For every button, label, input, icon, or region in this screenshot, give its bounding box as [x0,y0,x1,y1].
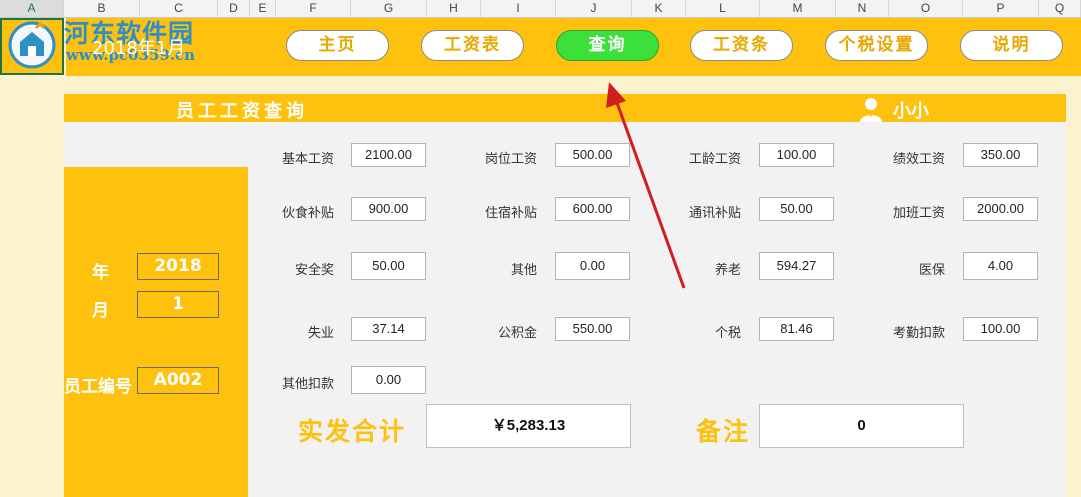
field-label-base-salary: 基本工资 [281,152,334,167]
month-label: 月 [92,301,109,321]
column-header-o[interactable]: O [889,0,963,17]
field-label-overtime-pay: 加班工资 [892,206,945,221]
year-input[interactable]: 2018 [137,253,219,280]
column-header-f[interactable]: F [276,0,351,17]
employee-id-input[interactable]: A002 [137,367,219,394]
field-value-seniority-salary[interactable]: 100.00 [759,143,834,167]
nav-salary-table-button[interactable]: 工资表 [421,30,524,61]
field-label-performance-salary: 绩效工资 [892,152,945,167]
month-input[interactable]: 1 [137,291,219,318]
column-header-p[interactable]: P [963,0,1039,17]
brand-logo-icon [8,21,56,69]
field-value-medical-insurance[interactable]: 4.00 [963,252,1038,280]
field-label-medical-insurance: 医保 [918,263,945,278]
column-header-e[interactable]: E [250,0,276,17]
year-label: 年 [92,263,109,283]
field-value-performance-salary[interactable]: 350.00 [963,143,1038,167]
nav-home-button[interactable]: 主页 [286,30,389,61]
field-value-other[interactable]: 0.00 [555,252,630,280]
field-label-unemployment: 失业 [307,326,334,341]
field-label-post-salary: 岗位工资 [484,152,537,167]
field-label-meal-allowance: 伙食补贴 [281,206,334,221]
field-value-phone-allowance[interactable]: 50.00 [759,197,834,221]
field-value-meal-allowance[interactable]: 900.00 [351,197,426,221]
field-label-other-deduction: 其他扣款 [281,377,334,392]
column-header-a[interactable]: A [0,0,64,17]
field-value-pension[interactable]: 594.27 [759,252,834,280]
panel-title: 员工工资查询 [176,101,308,122]
column-header-h[interactable]: H [427,0,481,17]
net-pay-label: 实发合计 [298,417,407,446]
field-value-overtime-pay[interactable]: 2000.00 [963,197,1038,221]
field-label-housing-fund: 公积金 [497,326,537,341]
employee-id-label: 员工编号 [64,377,132,397]
nav-query-button[interactable]: 查询 [556,30,659,61]
nav-help-button[interactable]: 说明 [960,30,1063,61]
column-header-j[interactable]: J [556,0,632,17]
user-name: 小小 [893,101,929,122]
field-value-other-deduction[interactable]: 0.00 [351,366,426,394]
field-value-income-tax[interactable]: 81.46 [759,317,834,341]
column-header-i[interactable]: I [481,0,556,17]
field-label-attendance-deduction: 考勤扣款 [892,326,945,341]
field-label-phone-allowance: 通讯补贴 [688,206,741,221]
column-header-l[interactable]: L [686,0,760,17]
field-label-other: 其他 [510,263,537,278]
column-header-q[interactable]: Q [1039,0,1081,17]
field-value-base-salary[interactable]: 2100.00 [351,143,426,167]
field-label-safety-bonus: 安全奖 [294,263,334,278]
column-header-g[interactable]: G [351,0,427,17]
column-header-d[interactable]: D [218,0,250,17]
column-a-strip [0,18,66,497]
column-header-k[interactable]: K [632,0,686,17]
remark-value[interactable]: 0 [759,404,964,448]
field-label-income-tax: 个税 [714,326,741,341]
column-header-m[interactable]: M [760,0,836,17]
field-value-attendance-deduction[interactable]: 100.00 [963,317,1038,341]
field-label-seniority-salary: 工龄工资 [688,152,741,167]
remark-label: 备注 [696,417,751,446]
nav-tax-settings-button[interactable]: 个税设置 [825,30,928,61]
header-date: 2018年1月 [92,38,186,59]
field-value-safety-bonus[interactable]: 50.00 [351,252,426,280]
net-pay-value[interactable]: ￥5,283.13 [426,404,631,448]
left-filter-bar [64,167,248,497]
user-icon [860,98,882,122]
field-label-housing-allowance: 住宿补贴 [484,206,537,221]
field-value-housing-allowance[interactable]: 600.00 [555,197,630,221]
field-value-housing-fund[interactable]: 550.00 [555,317,630,341]
field-value-unemployment[interactable]: 37.14 [351,317,426,341]
nav-payslip-button[interactable]: 工资条 [690,30,793,61]
field-label-pension: 养老 [714,263,741,278]
field-value-post-salary[interactable]: 500.00 [555,143,630,167]
column-header-n[interactable]: N [836,0,889,17]
